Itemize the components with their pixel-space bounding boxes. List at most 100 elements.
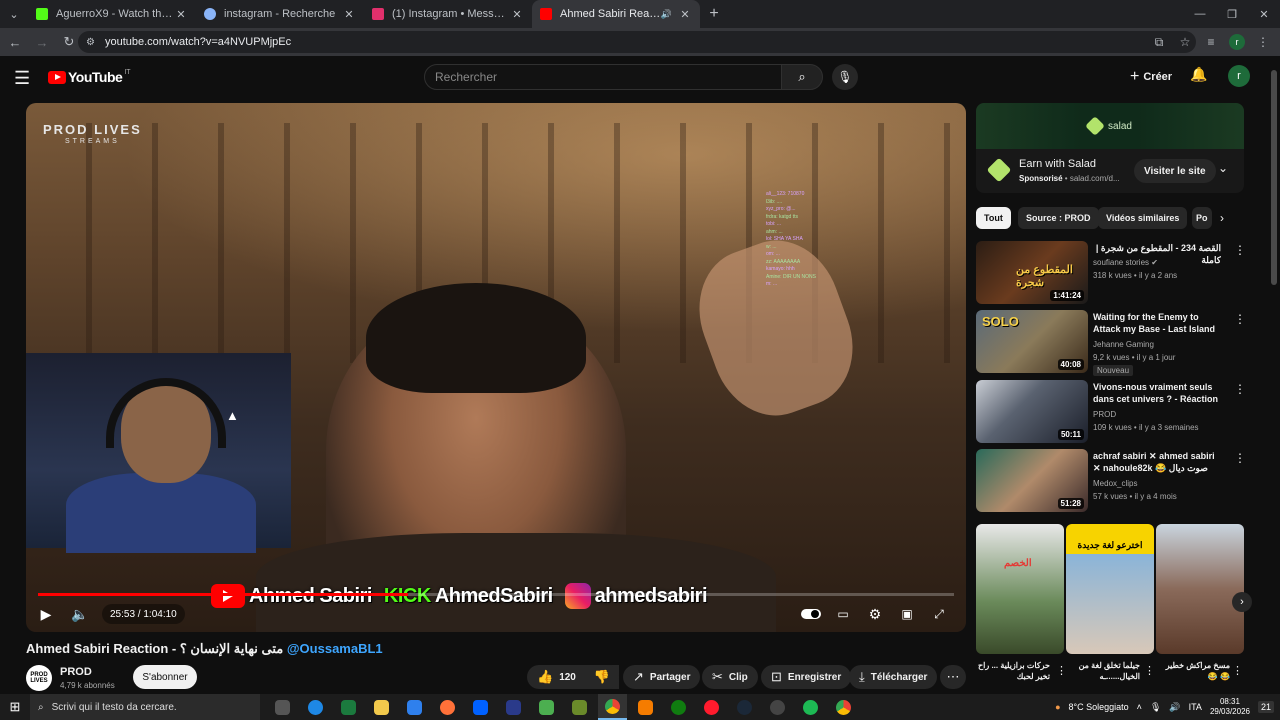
mail-icon[interactable] [400, 694, 429, 720]
tab-close-icon[interactable]: ✕ [678, 8, 692, 21]
miniplayer-icon[interactable]: ▣ [895, 602, 919, 626]
minimize-icon[interactable]: — [1184, 0, 1216, 28]
video-thumbnail[interactable]: SOLO 40:08 [976, 310, 1088, 373]
video-thumbnail[interactable]: 50:11 [976, 380, 1088, 443]
hamburger-menu-icon[interactable]: ☰ [14, 68, 30, 89]
tab-close-icon[interactable]: ✕ [510, 8, 524, 21]
more-vertical-icon[interactable]: ⋮ [1234, 312, 1246, 326]
profile-button[interactable]: r [1226, 31, 1248, 53]
chrome-secondary-icon[interactable] [829, 694, 858, 720]
windows-start-icon[interactable]: ⊞ [0, 694, 30, 720]
bookmark-star-icon[interactable]: ☆ [1174, 31, 1196, 53]
close-window-icon[interactable]: ✕ [1248, 0, 1280, 28]
account-avatar[interactable]: r [1228, 65, 1250, 87]
browser-tab[interactable]: instagram - Recherche ✕ [196, 0, 364, 28]
chevron-right-icon[interactable]: › [1232, 592, 1252, 612]
opera-icon[interactable] [697, 694, 726, 720]
settings-gear-icon[interactable]: ⚙ [863, 602, 887, 626]
notification-center-icon[interactable]: 21 [1257, 701, 1274, 713]
short-thumbnail[interactable] [1156, 524, 1244, 654]
create-button[interactable]: + Créer [1122, 65, 1180, 89]
app-dark-icon[interactable] [763, 694, 792, 720]
volume-icon[interactable]: 🔈 [68, 602, 92, 626]
menu-kebab-icon[interactable]: ⋮ [1252, 31, 1274, 53]
chevron-down-icon[interactable]: ⌄ [1218, 161, 1228, 175]
search-icon[interactable]: ⌕ [781, 64, 823, 90]
fullscreen-icon[interactable]: ⤢ [927, 602, 951, 626]
chevron-right-icon[interactable]: › [1220, 211, 1224, 225]
recommendation-item[interactable]: المقطوع من شجرة 1:41:24 القصة 234 - المق… [976, 241, 1246, 305]
chip-more[interactable]: Po [1192, 207, 1212, 229]
progress-bar[interactable] [38, 593, 954, 596]
chip-all[interactable]: Tout [976, 207, 1011, 229]
steam-icon[interactable] [730, 694, 759, 720]
language-indicator[interactable]: ITA [1189, 702, 1202, 712]
microphone-tray-icon[interactable]: 🎙 [1150, 702, 1161, 713]
short-thumbnail[interactable]: الخصم [976, 524, 1064, 654]
clip-button[interactable]: ✂ Clip [702, 665, 758, 689]
more-actions-button[interactable]: ⋯ [940, 665, 966, 689]
search-input[interactable]: Rechercher [424, 64, 782, 90]
cast-icon[interactable]: ⧉ [1148, 31, 1170, 53]
app-orange-icon[interactable] [631, 694, 660, 720]
forward-icon[interactable]: → [30, 30, 54, 54]
xbox-icon[interactable] [664, 694, 693, 720]
play-icon[interactable]: ▶ [34, 602, 58, 626]
excel-icon[interactable] [334, 694, 363, 720]
chrome-icon[interactable] [598, 694, 627, 720]
page-scrollbar[interactable] [1271, 70, 1277, 285]
video-thumbnail[interactable]: المقطوع من شجرة 1:41:24 [976, 241, 1088, 304]
media-controls-icon[interactable]: ≡ [1200, 31, 1222, 53]
site-info-icon[interactable]: ⚙ [86, 37, 95, 48]
browser-tab-active[interactable]: Ahmed Sabiri Reaction - ? 🔊 ✕ [532, 0, 700, 28]
file-explorer-icon[interactable] [367, 694, 396, 720]
clock[interactable]: 08:31 29/03/2026 [1210, 697, 1250, 717]
weather-text[interactable]: 8°C Soleggiato [1069, 702, 1129, 712]
ad-banner-image[interactable]: salad [976, 103, 1244, 149]
weather-icon[interactable]: ● [1055, 702, 1060, 712]
microphone-icon[interactable]: 🎙 [832, 64, 858, 90]
browser-tab[interactable]: AguerroX9 - Watch the VOD o ✕ [28, 0, 196, 28]
visit-site-button[interactable]: Visiter le site [1134, 159, 1216, 183]
download-button[interactable]: ⤓ Télécharger [849, 665, 938, 689]
short-thumbnail[interactable]: اخترعو لغة جديدة [1066, 524, 1154, 654]
video-player[interactable]: ali__123: 710870 l3ib: .... xyz_pro: @... f… [26, 103, 966, 632]
more-vertical-icon[interactable]: ⋮ [1234, 382, 1246, 396]
chip-related[interactable]: Vidéos similaires [1098, 207, 1188, 229]
more-vertical-icon[interactable]: ⋮ [1234, 451, 1246, 465]
taskbar-search[interactable]: ⌕ Scrivi qui il testo da cercare. [30, 694, 260, 720]
spotify-icon[interactable] [796, 694, 825, 720]
youtube-logo[interactable]: YouTube IT [48, 69, 131, 85]
more-vertical-icon[interactable]: ⋮ [1232, 664, 1243, 677]
address-bar[interactable]: ⚙ youtube.com/watch?v=a4NVUPMjpEc [78, 31, 1196, 53]
subtitles-icon[interactable]: ▭ [831, 602, 855, 626]
save-button[interactable]: ⊡ Enregistrer [761, 665, 852, 689]
dislike-button[interactable]: 👎 [585, 665, 619, 689]
new-tab-button[interactable]: + [700, 5, 728, 23]
task-view-icon[interactable] [268, 694, 297, 720]
autoplay-toggle[interactable] [801, 609, 821, 619]
more-vertical-icon[interactable]: ⋮ [1144, 664, 1155, 677]
edge-icon[interactable] [301, 694, 330, 720]
app-b-icon[interactable] [499, 694, 528, 720]
tray-chevron-icon[interactable]: ˄ [1137, 702, 1142, 712]
ad-card[interactable]: Earn with Salad Sponsorisé • salad.com/d… [976, 149, 1244, 193]
recommendation-item[interactable]: 50:11 Vivons-nous vraiment seuls dans ce… [976, 380, 1246, 444]
more-vertical-icon[interactable]: ⋮ [1234, 243, 1246, 257]
tab-search-button[interactable]: ⌄ [0, 0, 28, 28]
video-thumbnail[interactable]: 51:28 [976, 449, 1088, 512]
tab-close-icon[interactable]: ✕ [342, 8, 356, 21]
recommendation-item[interactable]: 51:28 achraf sabiri ✕ ahmed sabiri ✕ nah… [976, 449, 1246, 513]
firefox-icon[interactable] [433, 694, 462, 720]
dropbox-icon[interactable] [466, 694, 495, 720]
notifications-bell-icon[interactable]: 🔔 [1190, 66, 1207, 83]
chip-source[interactable]: Source : PROD [1018, 207, 1099, 229]
app-mmd-icon[interactable] [565, 694, 594, 720]
app-green-icon[interactable] [532, 694, 561, 720]
tab-close-icon[interactable]: ✕ [174, 8, 188, 21]
back-icon[interactable]: ← [3, 30, 27, 54]
browser-tab[interactable]: (1) Instagram • Messages ✕ [364, 0, 532, 28]
restore-icon[interactable]: ❐ [1216, 0, 1248, 28]
recommendation-item[interactable]: SOLO 40:08 Waiting for the Enemy to Atta… [976, 310, 1246, 376]
speaker-icon[interactable]: 🔊 [661, 9, 672, 20]
